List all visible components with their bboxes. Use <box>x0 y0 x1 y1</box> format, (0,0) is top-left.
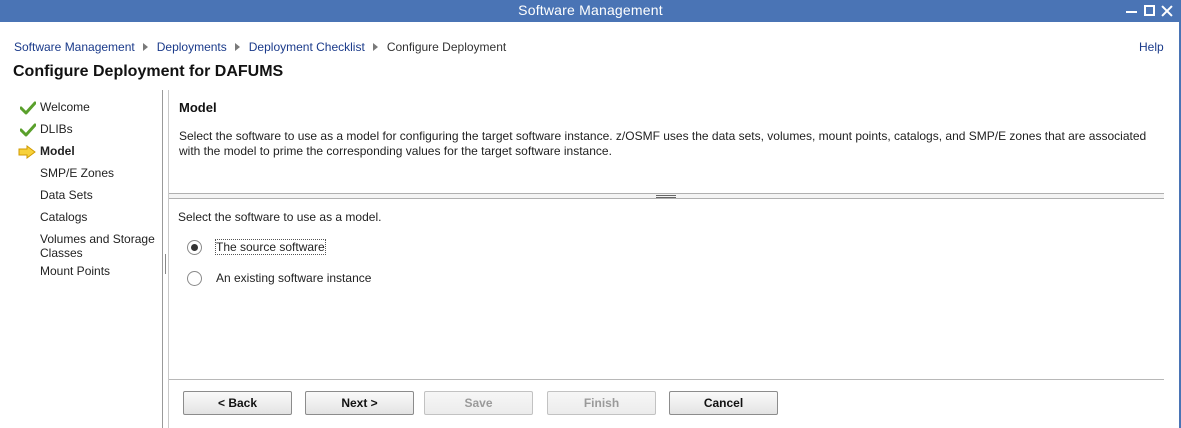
horizontal-splitter[interactable] <box>169 193 1164 199</box>
step-label: Mount Points <box>40 264 111 278</box>
model-prompt: Select the software to use as a model. <box>178 210 382 224</box>
close-icon[interactable] <box>1159 3 1174 18</box>
splitter-grip <box>656 195 676 196</box>
step-dlibs[interactable]: DLIBs <box>0 118 160 140</box>
step-label: Welcome <box>40 100 90 114</box>
step-welcome[interactable]: Welcome <box>0 96 160 118</box>
step-mount-points[interactable]: Mount Points <box>0 260 160 282</box>
panel-divider[interactable] <box>162 90 163 428</box>
step-data-sets[interactable]: Data Sets <box>0 184 160 206</box>
option-existing-instance[interactable]: An existing software instance <box>187 269 371 287</box>
arrow-right-icon <box>18 144 36 159</box>
chevron-right-icon <box>234 43 240 51</box>
section-title: Model <box>179 100 217 115</box>
step-label: Data Sets <box>40 188 93 202</box>
step-model[interactable]: Model <box>0 140 160 162</box>
step-smpe-zones[interactable]: SMP/E Zones <box>0 162 160 184</box>
step-list: Welcome DLIBs Model SMP/E Zones Data Set… <box>0 96 160 282</box>
back-button[interactable]: < Back <box>183 391 292 415</box>
option-source-software[interactable]: The source software <box>187 238 326 256</box>
breadcrumb-deployment-checklist[interactable]: Deployment Checklist <box>249 40 365 54</box>
radio-existing-instance[interactable] <box>187 270 202 286</box>
cancel-button[interactable]: Cancel <box>669 391 778 415</box>
help-link[interactable]: Help <box>1139 40 1164 54</box>
step-catalogs[interactable]: Catalogs <box>0 206 160 228</box>
option-label[interactable]: The source software <box>215 239 326 255</box>
step-label: Model <box>40 144 75 158</box>
section-description: Select the software to use as a model fo… <box>179 129 1147 158</box>
finish-button[interactable]: Finish <box>547 391 656 415</box>
step-label: SMP/E Zones <box>40 166 115 180</box>
step-volumes-storage-classes[interactable]: Volumes and Storage Classes <box>0 228 160 264</box>
breadcrumb-current: Configure Deployment <box>386 40 507 54</box>
content-border <box>168 90 169 428</box>
breadcrumb-software-management[interactable]: Software Management <box>14 40 135 54</box>
check-icon <box>19 100 37 115</box>
breadcrumb-deployments[interactable]: Deployments <box>157 40 227 54</box>
next-button[interactable]: Next > <box>305 391 414 415</box>
option-label[interactable]: An existing software instance <box>216 271 371 285</box>
chevron-right-icon <box>142 43 148 51</box>
check-icon <box>19 122 37 137</box>
maximize-icon[interactable] <box>1142 3 1157 18</box>
step-label: Volumes and Storage Classes <box>40 232 155 260</box>
step-label: Catalogs <box>40 210 88 224</box>
footer-divider <box>169 379 1164 380</box>
radio-source-software[interactable] <box>187 239 202 255</box>
resize-handle[interactable] <box>165 254 166 274</box>
step-label: DLIBs <box>40 122 73 136</box>
minimize-icon[interactable] <box>1124 3 1139 18</box>
page-title: Configure Deployment for DAFUMS <box>13 63 284 80</box>
window-title: Software Management <box>518 2 663 18</box>
window-titlebar: Software Management <box>0 0 1181 22</box>
save-button[interactable]: Save <box>424 391 533 415</box>
splitter-grip <box>656 197 676 198</box>
chevron-right-icon <box>372 43 378 51</box>
breadcrumb: Software Management Deployments Deployme… <box>14 40 506 54</box>
